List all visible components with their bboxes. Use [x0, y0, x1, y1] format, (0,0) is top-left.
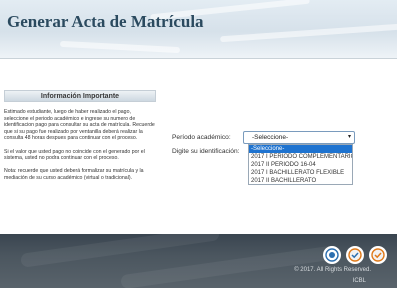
- page-header: Generar Acta de Matrícula: [0, 0, 397, 58]
- footer-copyright: © 2017. All Rights Reserved.: [294, 267, 371, 273]
- page-title: Generar Acta de Matrícula: [7, 12, 204, 31]
- seal-icon: [323, 246, 341, 264]
- periodo-label: Período académico:: [172, 134, 231, 141]
- periodo-select-value: -Seleccione-: [252, 134, 289, 141]
- info-panel-title: Información Importante: [4, 90, 156, 102]
- footer-organization: ICBL: [352, 278, 366, 284]
- header-decoration: [220, 23, 397, 43]
- info-paragraph: Si el valor que usted pago no coincide c…: [4, 148, 145, 162]
- info-panel-text: Estimado estudiante, luego de haber real…: [4, 109, 156, 182]
- info-paragraph: Estimado estudiante, luego de haber real…: [4, 109, 155, 142]
- footer-decoration: [19, 234, 221, 268]
- certification-badges: [323, 246, 387, 264]
- info-panel: Información Importante Estimado estudian…: [4, 90, 156, 230]
- info-paragraph: Nota: recuerde que usted deberá formaliz…: [4, 168, 144, 181]
- periodo-dropdown-list[interactable]: -Seleccione- 2017 I PERIODO COMPLEMENTAR…: [248, 144, 353, 185]
- identificacion-label: Digite su identificación:: [172, 148, 240, 155]
- quality-badge-icon: [369, 246, 387, 264]
- dropdown-option[interactable]: 2017 I BACHILLERATO FLEXIBLE: [249, 169, 352, 177]
- certified-badge-icon: [346, 246, 364, 264]
- dropdown-option[interactable]: 2017 II BACHILLERATO: [249, 177, 352, 185]
- chevron-down-icon: ▾: [347, 134, 351, 140]
- dropdown-option[interactable]: -Seleccione-: [249, 145, 352, 153]
- header-divider: [0, 58, 397, 59]
- page-footer: [0, 234, 397, 288]
- dropdown-option[interactable]: 2017 II PERIODO 16-04: [249, 161, 352, 169]
- header-decoration: [59, 40, 181, 54]
- periodo-select[interactable]: -Seleccione- ▾: [243, 131, 355, 144]
- dropdown-option[interactable]: 2017 I PERIODO COMPLEMENTARIO 08-03: [249, 153, 352, 161]
